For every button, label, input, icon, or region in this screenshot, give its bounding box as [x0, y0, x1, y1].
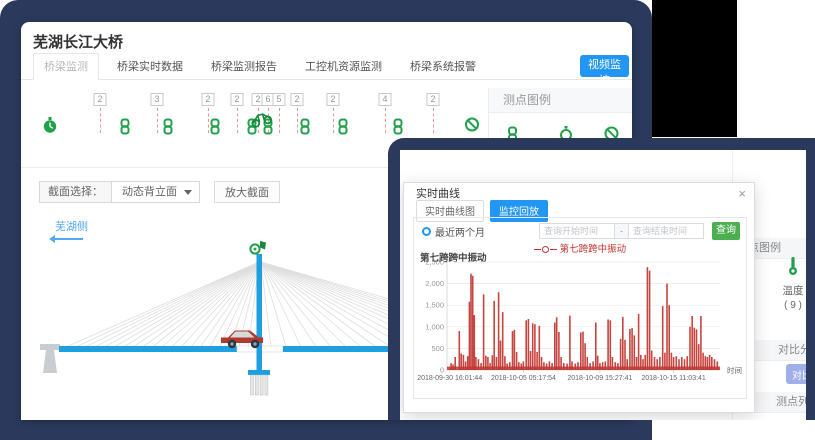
recent-two-months-label: 最近两个月: [435, 224, 485, 239]
sensor-drop-line: [237, 108, 238, 133]
compare-analysis-button[interactable]: 对比分析: [786, 364, 806, 384]
query-row: 最近两个月 - 查询: [422, 222, 740, 240]
sensor-count-badge: 2: [93, 93, 106, 106]
svg-text:2,000: 2,000: [425, 279, 444, 288]
sensor-count-badge: 2: [201, 93, 214, 106]
svg-text:1,500: 1,500: [425, 301, 444, 310]
vibration-sensor-icon[interactable]: [162, 118, 175, 140]
realtime-curve-modal: 实时曲线 × 实时曲线图 监控回放 最近两个月 - 查询 第七跨跨中振动 第七: [403, 182, 755, 413]
sensor-count-badge: 2: [230, 93, 243, 106]
stopwatch-sensor-icon[interactable]: [43, 117, 58, 139]
svg-text:1,000: 1,000: [425, 322, 444, 331]
vibration-sensor-icon[interactable]: [209, 118, 222, 140]
temperature-sensor-item[interactable]: 温度 ( 9 ): [771, 256, 806, 311]
query-button[interactable]: 查询: [712, 222, 740, 240]
range-separator: -: [615, 223, 628, 239]
modal-panel: 最近两个月 - 查询 第七跨跨中振动 第七跨跨中振动 05001,0001,50…: [413, 217, 747, 399]
modal-header: 实时曲线 ×: [404, 183, 754, 201]
accelerometer-icon[interactable]: [250, 113, 274, 131]
section-select-value[interactable]: 动态背立面: [112, 182, 199, 202]
sensor-drop-line: [333, 108, 334, 133]
svg-text:0: 0: [440, 366, 444, 375]
sensor-drop-line: [385, 108, 386, 133]
sensor-drop-line: [279, 108, 280, 133]
legend-marker-icon: [542, 246, 549, 253]
direction-label: 芜湖侧: [55, 221, 88, 233]
sensor-count-badge: 4: [378, 93, 391, 106]
enlarge-section-button[interactable]: 放大截面: [214, 181, 280, 203]
temperature-count: ( 9 ): [771, 300, 806, 311]
recent-two-months-radio[interactable]: [422, 227, 431, 236]
chevron-down-icon: [184, 190, 192, 195]
close-icon[interactable]: ×: [738, 187, 746, 200]
query-start-input[interactable]: [539, 223, 615, 239]
section-select[interactable]: 截面选择： 动态背立面: [39, 181, 200, 203]
sensor-drop-line: [157, 108, 158, 133]
svg-text:2018-09-30 16:01:44: 2018-09-30 16:01:44: [417, 375, 482, 382]
section-controls: 截面选择： 动态背立面 放大截面: [39, 181, 280, 203]
legend-panel-title: 测点图例: [489, 88, 632, 113]
direction-indicator: 芜湖侧: [55, 217, 88, 240]
vibration-chart: 0 500 1,000 1,500 2,000 2,500 2018-09-30 16:01…: [414, 258, 748, 395]
popup-window: 测点图例 温度 ( 9 ) 对比分析 对比分析 测点列表 实时曲线 × 实时曲线…: [400, 150, 806, 420]
query-end-input[interactable]: [628, 223, 704, 239]
temperature-label: 温度: [771, 283, 806, 298]
vibration-sensor-icon[interactable]: [337, 118, 350, 140]
section-select-current: 动态背立面: [122, 186, 177, 198]
svg-text:2,500: 2,500: [425, 258, 444, 267]
thermometer-icon: [787, 263, 799, 280]
sensor-count-badge: 2: [426, 93, 439, 106]
sensor-drop-line: [100, 108, 101, 133]
popup-window-frame: 测点图例 温度 ( 9 ) 对比分析 对比分析 测点列表 实时曲线 × 实时曲线…: [388, 138, 815, 420]
svg-text:2018-10-05 05:17:54: 2018-10-05 05:17:54: [491, 375, 556, 382]
vibration-sensor-icon[interactable]: [119, 118, 132, 140]
video-monitor-button[interactable]: 视频监控: [580, 55, 629, 77]
modal-title: 实时曲线: [416, 185, 460, 201]
sensor-count-badge: 3: [150, 93, 163, 106]
sensor-drop-line: [433, 108, 434, 133]
sensor-count-badge: 2: [326, 93, 339, 106]
disabled-sensor-icon[interactable]: [465, 117, 480, 137]
sensor-count-badge: 5: [272, 93, 285, 106]
svg-text:2018-10-15 11:03:41: 2018-10-15 11:03:41: [641, 375, 706, 382]
svg-text:时间: 时间: [727, 365, 742, 375]
screen-black-area: [652, 0, 737, 137]
vibration-sensor-icon[interactable]: [392, 118, 405, 140]
svg-text:2018-10-09 15:27:41: 2018-10-09 15:27:41: [567, 375, 632, 382]
sensor-count-badge: 2: [290, 93, 303, 106]
vibration-sensor-icon[interactable]: [299, 118, 312, 140]
legend-series-label: 第七跨跨中振动: [560, 244, 627, 255]
section-select-label: 截面选择：: [40, 182, 112, 202]
svg-text:500: 500: [431, 344, 444, 353]
